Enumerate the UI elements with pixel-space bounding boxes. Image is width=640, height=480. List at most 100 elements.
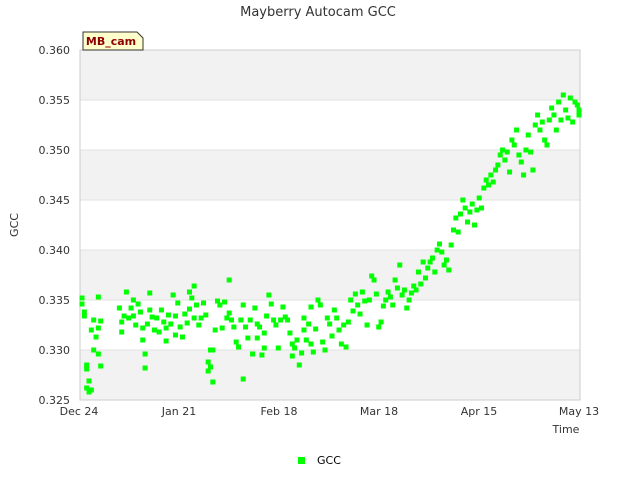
data-point: [301, 327, 307, 333]
y-tick-label: 0.330: [39, 344, 71, 357]
data-point: [476, 195, 482, 201]
data-point: [474, 207, 480, 213]
data-point: [212, 327, 218, 333]
data-point: [446, 267, 452, 273]
data-point: [560, 92, 566, 98]
data-point: [355, 302, 361, 308]
legend-label-gcc: GCC: [317, 454, 341, 467]
data-point: [130, 297, 136, 303]
data-point: [535, 112, 541, 118]
data-point: [179, 334, 185, 340]
data-point: [315, 297, 321, 303]
y-tick-label: 0.345: [39, 194, 71, 207]
data-point: [504, 149, 510, 155]
data-point: [429, 255, 435, 261]
data-point: [231, 324, 237, 330]
data-point: [486, 182, 492, 188]
data-point: [509, 137, 515, 143]
data-point: [415, 269, 421, 275]
data-point: [348, 297, 354, 303]
data-point: [366, 297, 372, 303]
data-point: [254, 335, 260, 341]
data-point: [163, 325, 169, 331]
data-point: [399, 292, 405, 298]
data-point: [324, 315, 330, 321]
data-point: [296, 362, 302, 368]
data-point: [341, 322, 347, 328]
data-point: [525, 132, 531, 138]
data-point: [352, 291, 358, 297]
data-point: [378, 319, 384, 325]
data-point: [306, 321, 312, 327]
data-point: [345, 319, 351, 325]
data-point: [126, 315, 132, 321]
data-point: [397, 262, 403, 268]
data-point: [119, 319, 125, 325]
data-point: [95, 294, 101, 300]
data-point: [165, 312, 171, 318]
data-point: [546, 117, 552, 123]
site-tag: MB_cam: [82, 31, 144, 51]
data-point: [275, 345, 281, 351]
data-point: [142, 365, 148, 371]
x-tick-label: Apr 15: [461, 405, 498, 418]
data-point: [359, 289, 365, 295]
data-point: [420, 259, 426, 265]
data-point: [567, 95, 573, 101]
data-point: [320, 339, 326, 345]
data-point: [226, 277, 232, 283]
data-point: [172, 313, 178, 319]
data-point: [287, 330, 293, 336]
data-point: [357, 311, 363, 317]
data-point: [404, 305, 410, 311]
data-point: [401, 287, 407, 293]
data-point: [537, 127, 543, 133]
data-point: [268, 301, 274, 307]
data-point: [245, 335, 251, 341]
data-point: [182, 311, 188, 317]
data-point: [121, 313, 127, 319]
data-point: [240, 376, 246, 382]
data-point: [502, 157, 508, 163]
data-point: [338, 341, 344, 347]
data-point: [443, 257, 449, 263]
data-point: [493, 167, 499, 173]
data-point: [467, 209, 473, 215]
data-point: [88, 327, 94, 333]
data-point: [362, 298, 368, 304]
data-point: [299, 350, 305, 356]
chart: Mayberry Autocam GCC 0.3250.3300.3350.34…: [8, 5, 599, 467]
data-point: [154, 315, 160, 321]
data-point: [303, 337, 309, 343]
data-point: [394, 285, 400, 291]
data-point: [273, 322, 279, 328]
data-point: [266, 292, 272, 298]
data-point: [544, 142, 550, 148]
data-point: [205, 359, 211, 365]
grid-bands: [80, 50, 580, 400]
data-point: [439, 249, 445, 255]
data-point: [455, 229, 461, 235]
data-point: [549, 105, 555, 111]
data-point: [576, 107, 582, 113]
data-point: [490, 179, 496, 185]
x-tick-label: Jan 21: [161, 405, 196, 418]
data-point: [380, 303, 386, 309]
data-point: [472, 222, 478, 228]
data-point: [217, 302, 223, 308]
data-point: [247, 317, 253, 323]
data-point: [450, 227, 456, 233]
x-tick-label: Mar 18: [360, 405, 398, 418]
data-point: [158, 307, 164, 313]
data-point: [137, 309, 143, 315]
data-point: [252, 305, 258, 311]
data-point: [186, 306, 192, 312]
data-point: [406, 297, 412, 303]
data-point: [191, 283, 197, 289]
data-point: [453, 215, 459, 221]
data-point: [95, 325, 101, 331]
data-point: [462, 205, 468, 211]
data-point: [441, 262, 447, 268]
data-point: [458, 211, 464, 217]
data-point: [469, 201, 475, 207]
